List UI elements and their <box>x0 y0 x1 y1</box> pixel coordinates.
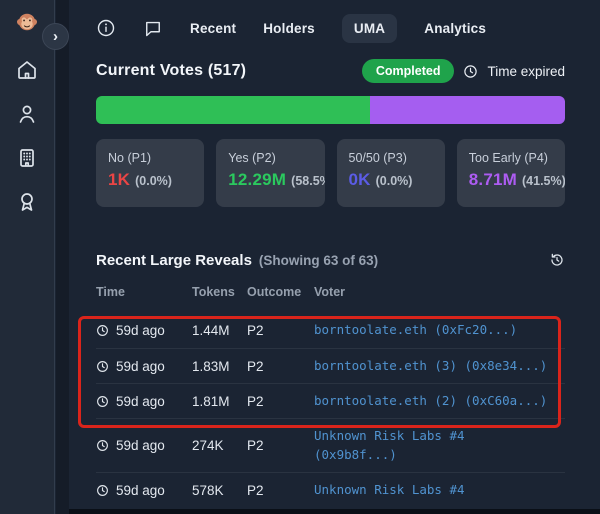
voter-link[interactable]: Unknown Risk Labs #4 <box>314 481 465 499</box>
clock-icon <box>96 439 109 452</box>
clock-icon <box>463 64 478 79</box>
reveals-count: (Showing 63 of 63) <box>259 253 378 268</box>
row-time: 59d ago <box>116 323 165 338</box>
user-avatar-monkey[interactable] <box>16 11 38 33</box>
completed-badge: Completed <box>362 59 455 83</box>
voter-link[interactable]: borntoolate.eth (0xFc20...) <box>314 321 517 339</box>
card-value: 0K <box>349 170 371 189</box>
column-time: Time <box>96 285 192 299</box>
reveals-header: Recent Large Reveals (Showing 63 of 63) <box>96 249 565 271</box>
column-tokens: Tokens <box>192 285 247 299</box>
card-percent: (0.0%) <box>135 174 172 188</box>
main-panel: Recent Holders UMA Analytics Current Vot… <box>69 0 600 514</box>
progress-green-segment <box>96 96 370 124</box>
tab-holders[interactable]: Holders <box>263 21 315 36</box>
current-votes-title: Current Votes (517) <box>96 62 246 80</box>
stat-card-5050-p3: 50/50 (P3) 0K (0.0%) <box>337 139 445 207</box>
clock-icon <box>96 484 109 497</box>
current-votes-header: Current Votes (517) Completed Time expir… <box>96 58 565 84</box>
organization-icon[interactable] <box>15 146 39 170</box>
reveals-table-header: Time Tokens Outcome Voter <box>96 285 565 313</box>
tab-uma[interactable]: UMA <box>342 14 397 43</box>
column-outcome: Outcome <box>247 285 314 299</box>
card-percent: (58.5%) <box>291 174 324 188</box>
tab-recent[interactable]: Recent <box>190 21 236 36</box>
voter-link[interactable]: borntoolate.eth (2) (0xC60a...) <box>314 392 547 410</box>
row-time: 59d ago <box>116 483 165 498</box>
row-outcome: P2 <box>247 483 314 498</box>
card-label: 50/50 (P3) <box>349 151 433 165</box>
voter-link[interactable]: borntoolate.eth (3) (0x8e34...) <box>314 357 547 375</box>
bottom-edge <box>69 509 600 514</box>
card-value: 12.29M <box>228 170 286 189</box>
card-label: No (P1) <box>108 151 192 165</box>
row-outcome: P2 <box>247 323 314 338</box>
info-icon[interactable] <box>96 18 116 38</box>
vote-progress-bar <box>96 96 565 124</box>
stat-card-yes-p2: Yes (P2) 12.29M (58.5%) <box>216 139 324 207</box>
row-tokens: 1.44M <box>192 323 247 338</box>
card-value: 1K <box>108 170 130 189</box>
sidebar-expand-button[interactable]: › <box>42 23 69 50</box>
card-value: 8.71M <box>469 170 517 189</box>
voter-link[interactable]: Unknown Risk Labs #4 (0x9b8f...) <box>314 427 552 463</box>
card-percent: (41.5%) <box>522 174 565 188</box>
vote-status: Completed Time expired <box>362 59 565 83</box>
top-navigation: Recent Holders UMA Analytics <box>96 0 565 42</box>
card-label: Yes (P2) <box>228 151 312 165</box>
row-outcome: P2 <box>247 438 314 453</box>
stat-card-tooearly-p4: Too Early (P4) 8.71M (41.5%) <box>457 139 565 207</box>
awards-icon[interactable] <box>15 190 39 214</box>
history-icon[interactable] <box>549 252 565 268</box>
table-row: 59d ago 1.83M P2 borntoolate.eth (3) (0x… <box>96 348 565 383</box>
table-row: 59d ago 1.81M P2 borntoolate.eth (2) (0x… <box>96 383 565 418</box>
clock-icon <box>96 395 109 408</box>
clock-icon <box>96 360 109 373</box>
clock-icon <box>96 324 109 337</box>
row-outcome: P2 <box>247 394 314 409</box>
card-label: Too Early (P4) <box>469 151 553 165</box>
reveals-title: Recent Large Reveals <box>96 252 252 269</box>
column-voter: Voter <box>314 285 565 299</box>
sidebar <box>0 0 55 514</box>
stat-card-no-p1: No (P1) 1K (0.0%) <box>96 139 204 207</box>
home-icon[interactable] <box>15 58 39 82</box>
progress-purple-segment <box>370 96 565 124</box>
card-percent: (0.0%) <box>376 174 413 188</box>
table-row: 59d ago 578K P2 Unknown Risk Labs #4 <box>96 472 565 507</box>
row-tokens: 1.83M <box>192 359 247 374</box>
row-time: 59d ago <box>116 394 165 409</box>
row-time: 59d ago <box>116 438 165 453</box>
chat-icon[interactable] <box>143 18 163 38</box>
row-tokens: 1.81M <box>192 394 247 409</box>
table-row: 59d ago 1.44M P2 borntoolate.eth (0xFc20… <box>96 313 565 348</box>
row-time: 59d ago <box>116 359 165 374</box>
row-outcome: P2 <box>247 359 314 374</box>
time-expired-label: Time expired <box>487 64 565 79</box>
collapsed-panel-gutter <box>56 0 69 514</box>
profile-icon[interactable] <box>15 102 39 126</box>
table-row: 59d ago 274K P2 Unknown Risk Labs #4 (0x… <box>96 418 565 472</box>
row-tokens: 578K <box>192 483 247 498</box>
row-tokens: 274K <box>192 438 247 453</box>
vote-stat-cards: No (P1) 1K(0.0%) Yes (P2) 12.29M(58.5%) … <box>96 139 565 207</box>
tab-analytics[interactable]: Analytics <box>424 21 486 36</box>
